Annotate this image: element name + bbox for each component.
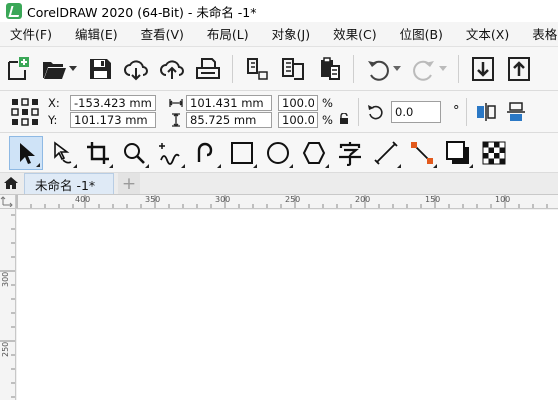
toolbar-separator bbox=[353, 54, 354, 83]
pick-tool-icon[interactable] bbox=[9, 135, 43, 170]
redo-dropdown-icon[interactable] bbox=[438, 53, 448, 85]
freehand-tool-icon[interactable] bbox=[153, 136, 187, 170]
ruler-label-250: 250 bbox=[285, 195, 301, 204]
vertical-ruler[interactable]: 300 250 bbox=[0, 209, 16, 400]
import-down-icon[interactable] bbox=[467, 53, 499, 85]
home-icon[interactable] bbox=[0, 172, 22, 194]
new-document-icon[interactable] bbox=[2, 53, 34, 85]
coreldraw-logo-icon bbox=[6, 3, 22, 19]
export-up-icon[interactable] bbox=[503, 53, 535, 85]
ruler-label-350: 350 bbox=[145, 195, 161, 204]
menu-edit[interactable]: 编辑(E) bbox=[67, 22, 126, 46]
lock-ratio-icon[interactable] bbox=[336, 111, 352, 127]
connector-tool-icon[interactable] bbox=[405, 136, 439, 170]
toolbar-separator bbox=[458, 54, 459, 83]
undo-dropdown-icon[interactable] bbox=[392, 53, 402, 85]
degree-unit: ° bbox=[453, 104, 460, 119]
drop-shadow-tool-icon[interactable] bbox=[441, 136, 475, 170]
save-icon[interactable] bbox=[84, 53, 116, 85]
open-folder-icon[interactable] bbox=[38, 53, 70, 85]
y-position-input[interactable] bbox=[70, 112, 156, 128]
transparency-tool-icon[interactable] bbox=[477, 136, 511, 170]
menu-effects[interactable]: 效果(C) bbox=[325, 22, 384, 46]
title-bar: CorelDRAW 2020 (64-Bit) - 未命名 -1* bbox=[0, 0, 558, 22]
propbar-separator bbox=[358, 97, 359, 126]
ruler-label-300-v: 300 bbox=[1, 271, 10, 287]
y-label: Y: bbox=[48, 113, 58, 127]
vertical-ruler-ticks bbox=[0, 214, 15, 398]
x-label: X: bbox=[48, 96, 60, 110]
scale-height-input[interactable] bbox=[278, 112, 318, 128]
ruler-label-300: 300 bbox=[215, 195, 231, 204]
rectangle-tool-icon[interactable] bbox=[225, 136, 259, 170]
ruler-label-200: 200 bbox=[355, 195, 371, 204]
add-tab-button[interactable]: + bbox=[118, 173, 140, 194]
menu-view[interactable]: 查看(V) bbox=[133, 22, 192, 46]
position-fields: X: Y: bbox=[48, 95, 156, 128]
toolbox bbox=[0, 133, 558, 173]
size-fields bbox=[168, 95, 272, 128]
redo-icon[interactable] bbox=[408, 53, 440, 85]
ruler-label-250-v: 250 bbox=[1, 341, 10, 357]
menu-layout[interactable]: 布局(L) bbox=[199, 22, 257, 46]
percent-unit: % bbox=[322, 113, 333, 127]
window-title: CorelDRAW 2020 (64-Bit) - 未命名 -1* bbox=[27, 4, 257, 20]
drawing-canvas[interactable] bbox=[17, 210, 558, 400]
zoom-tool-icon[interactable] bbox=[117, 136, 151, 170]
height-input[interactable] bbox=[186, 112, 272, 128]
toolbar-separator bbox=[232, 54, 233, 83]
menu-file[interactable]: 文件(F) bbox=[0, 22, 60, 46]
document-tab-label: 未命名 -1* bbox=[35, 177, 96, 193]
rotate-icon bbox=[365, 101, 387, 123]
scale-width-input[interactable] bbox=[278, 95, 318, 111]
dimension-tool-icon[interactable] bbox=[369, 136, 403, 170]
menu-table[interactable]: 表格(T) bbox=[524, 22, 558, 46]
cloud-import-icon[interactable] bbox=[120, 53, 152, 85]
document-tab[interactable]: 未命名 -1* bbox=[24, 173, 114, 194]
artistic-media-tool-icon[interactable] bbox=[189, 136, 223, 170]
print-icon[interactable] bbox=[192, 53, 224, 85]
add-tab-label: + bbox=[121, 173, 137, 194]
polygon-tool-icon[interactable] bbox=[297, 136, 331, 170]
export-icon[interactable] bbox=[277, 53, 309, 85]
propbar-separator bbox=[465, 97, 467, 126]
ruler-corner[interactable] bbox=[0, 195, 16, 209]
mirror-horizontal-icon[interactable] bbox=[473, 99, 499, 125]
width-input[interactable] bbox=[186, 95, 272, 111]
publish-pdf-icon[interactable] bbox=[313, 53, 345, 85]
property-bar: X: Y: % % ° bbox=[0, 91, 558, 133]
scale-fields: % % bbox=[278, 95, 333, 128]
standard-toolbar bbox=[0, 47, 558, 91]
percent-unit: % bbox=[322, 96, 333, 110]
import-icon[interactable] bbox=[241, 53, 273, 85]
height-icon bbox=[168, 112, 184, 128]
ruler-label-150: 150 bbox=[425, 195, 441, 204]
document-tab-bar: 未命名 -1* + bbox=[0, 173, 558, 195]
mirror-vertical-icon[interactable] bbox=[503, 99, 529, 125]
rotation-input[interactable] bbox=[391, 100, 441, 123]
menu-bar: 文件(F) 编辑(E) 查看(V) 布局(L) 对象(J) 效果(C) 位图(B… bbox=[0, 22, 558, 47]
undo-icon[interactable] bbox=[362, 53, 394, 85]
ellipse-tool-icon[interactable] bbox=[261, 136, 295, 170]
width-icon bbox=[168, 95, 184, 111]
crop-tool-icon[interactable] bbox=[81, 136, 115, 170]
cloud-export-icon[interactable] bbox=[156, 53, 188, 85]
object-origin-icon[interactable] bbox=[10, 97, 40, 127]
text-tool-icon[interactable] bbox=[333, 136, 367, 170]
horizontal-ruler[interactable]: 400 350 300 250 200 150 100 bbox=[16, 195, 558, 209]
menu-bitmaps[interactable]: 位图(B) bbox=[392, 22, 451, 46]
x-position-input[interactable] bbox=[70, 95, 156, 111]
open-dropdown-icon[interactable] bbox=[68, 53, 78, 85]
menu-text[interactable]: 文本(X) bbox=[458, 22, 517, 46]
ruler-label-100: 100 bbox=[495, 195, 511, 204]
ruler-label-400: 400 bbox=[75, 195, 91, 204]
shape-tool-icon[interactable] bbox=[45, 136, 79, 170]
menu-object[interactable]: 对象(J) bbox=[264, 22, 318, 46]
